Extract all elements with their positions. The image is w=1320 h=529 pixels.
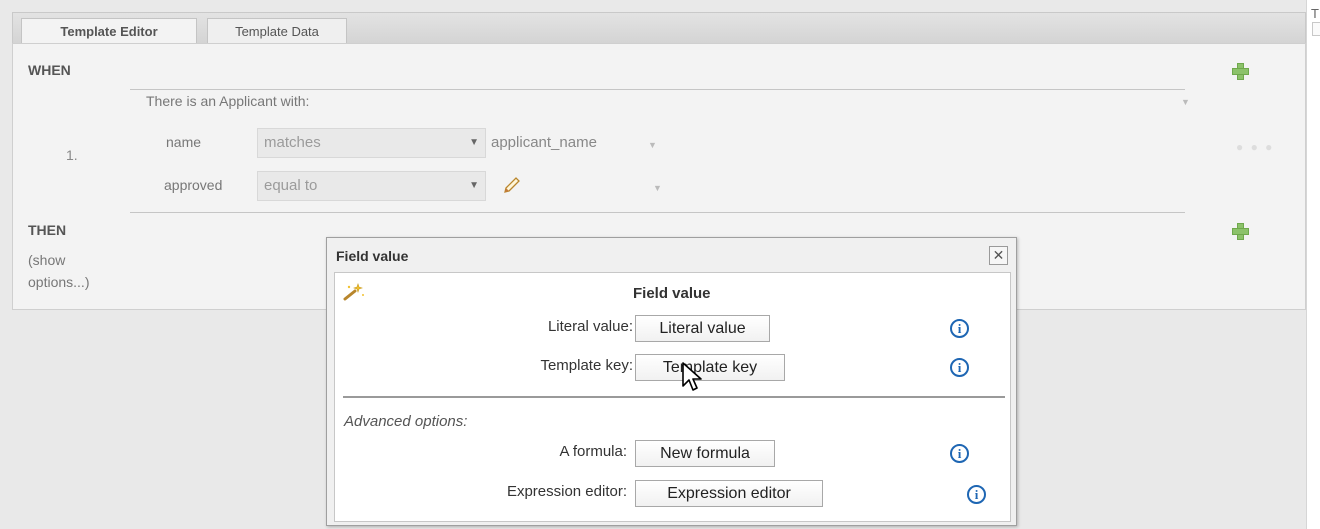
pattern-bottom-divider — [130, 212, 1185, 213]
add-condition-plus-icon[interactable] — [1231, 62, 1249, 80]
row-action-icons[interactable]: ● ● ● — [1236, 140, 1274, 154]
advanced-divider — [343, 396, 1005, 398]
operator-select-value: equal to — [264, 177, 318, 194]
tab-bar: Template Editor Template Data — [12, 12, 1306, 46]
advanced-options-label: Advanced options: — [344, 413, 468, 430]
info-icon[interactable]: i — [950, 358, 969, 377]
side-panel-letter: T — [1311, 6, 1319, 21]
side-panel-edge: T — [1306, 0, 1320, 529]
template-key-button[interactable]: Template key — [635, 354, 785, 381]
select-arrow-icon: ▼ — [469, 137, 479, 148]
row-number: 1. — [66, 147, 78, 163]
operator-select-name[interactable]: matches ▼ — [257, 128, 486, 158]
constraint-field-approved: approved — [164, 177, 223, 193]
info-icon[interactable]: i — [950, 444, 969, 463]
dialog-title: Field value — [336, 248, 409, 264]
tab-template-data[interactable]: Template Data — [207, 18, 347, 45]
pattern-title[interactable]: There is an Applicant with: — [146, 93, 309, 109]
chevron-down-icon[interactable]: ▼ — [1181, 97, 1190, 107]
close-icon[interactable]: ✕ — [989, 246, 1008, 265]
chevron-down-icon[interactable]: ▼ — [648, 140, 657, 150]
literal-value-button[interactable]: Literal value — [635, 315, 770, 342]
info-icon[interactable]: i — [967, 485, 986, 504]
literal-value-label: Literal value: — [547, 318, 633, 335]
add-action-plus-icon[interactable] — [1231, 222, 1249, 240]
constraint-field-name: name — [166, 134, 202, 150]
mouse-cursor-icon — [682, 362, 702, 391]
show-options-link[interactable]: (show options...) — [28, 249, 118, 293]
when-label: WHEN — [28, 62, 71, 78]
pattern-top-divider — [130, 89, 1185, 90]
select-arrow-icon: ▼ — [469, 180, 479, 191]
constraint-value-name[interactable]: applicant_name — [491, 134, 597, 151]
body-heading: Field value — [633, 285, 711, 302]
pencil-icon[interactable] — [501, 174, 523, 196]
side-panel-input[interactable] — [1312, 22, 1320, 36]
expression-editor-label: Expression editor: — [506, 483, 627, 500]
formula-label: A formula: — [559, 443, 627, 460]
operator-select-approved[interactable]: equal to ▼ — [257, 171, 486, 201]
chevron-down-icon[interactable]: ▼ — [653, 183, 662, 193]
new-formula-button[interactable]: New formula — [635, 440, 775, 467]
tab-template-editor[interactable]: Template Editor — [21, 18, 197, 46]
dialog-body: Field value Literal value: Literal value… — [334, 272, 1011, 522]
then-label: THEN — [28, 222, 67, 238]
template-key-label: Template key: — [540, 357, 633, 374]
expression-editor-button[interactable]: Expression editor — [635, 480, 823, 507]
info-icon[interactable]: i — [950, 319, 969, 338]
wand-icon — [343, 283, 364, 301]
operator-select-value: matches — [264, 134, 321, 151]
field-value-dialog: Field value ✕ Field value Literal value:… — [326, 237, 1017, 526]
